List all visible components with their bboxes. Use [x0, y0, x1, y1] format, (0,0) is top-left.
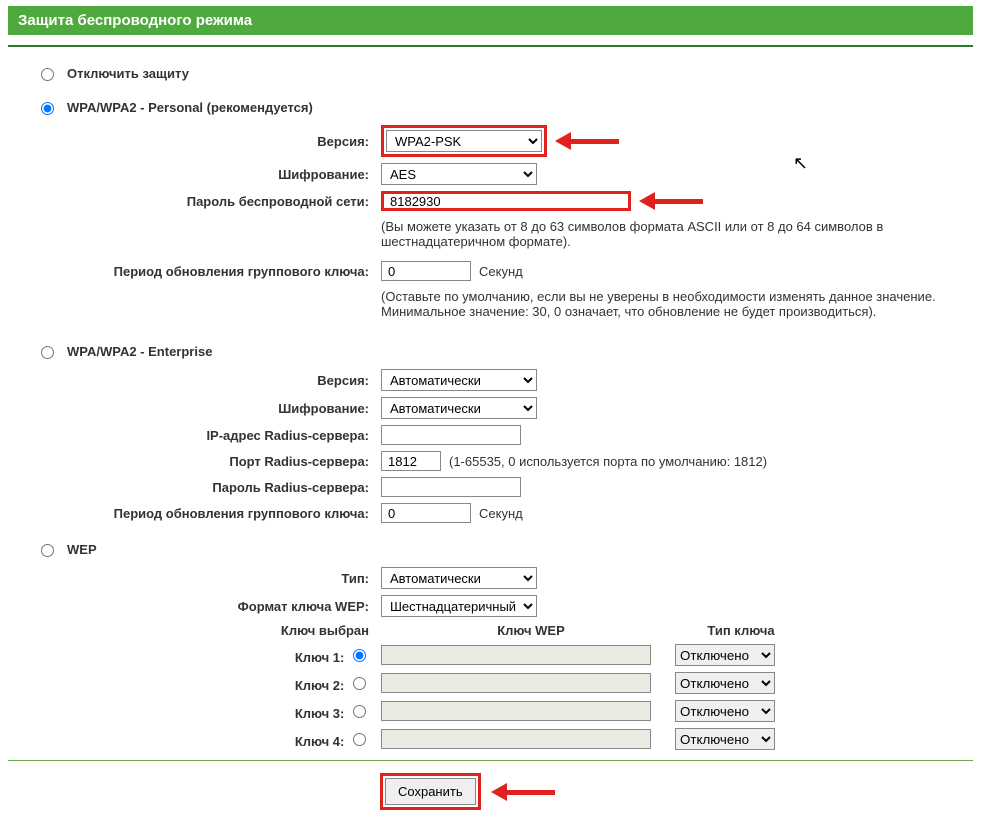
version-select[interactable]: WPA2-PSK: [386, 130, 542, 152]
wep-format-select[interactable]: Шестнадцатеричный: [381, 595, 537, 617]
wep-key1-radio[interactable]: [353, 649, 366, 662]
wep-key4-type[interactable]: Отключено: [675, 728, 775, 750]
ent-group-key-unit: Секунд: [479, 506, 523, 521]
ent-encryption-label: Шифрование:: [36, 401, 381, 416]
wep-col-selected: Ключ выбран: [36, 623, 381, 638]
radius-port-input[interactable]: [381, 451, 441, 471]
wep-type-label: Тип:: [36, 571, 381, 586]
wep-key4-label: Ключ 4:: [295, 734, 345, 749]
version-label: Версия:: [36, 134, 381, 149]
wep-key2-radio[interactable]: [353, 677, 366, 690]
encryption-label: Шифрование:: [36, 167, 381, 182]
wep-format-label: Формат ключа WEP:: [36, 599, 381, 614]
password-input[interactable]: [381, 191, 631, 211]
wep-key-row: Ключ 3: Отключено: [36, 700, 973, 722]
ent-encryption-select[interactable]: Автоматически: [381, 397, 537, 419]
wep-type-select[interactable]: Автоматически: [381, 567, 537, 589]
highlight-save: Сохранить: [380, 773, 481, 810]
wep-key4-input[interactable]: [381, 729, 651, 749]
wep-title: WEP: [67, 542, 97, 557]
radius-port-label: Порт Radius-сервера:: [36, 454, 381, 469]
arrow-icon: [491, 783, 559, 801]
group-key-label: Период обновления группового ключа:: [36, 264, 381, 279]
wep-key3-label: Ключ 3:: [295, 706, 345, 721]
wep-col-key: Ключ WEP: [381, 623, 681, 638]
password-hint: (Вы можете указать от 8 до 63 символов ф…: [381, 217, 973, 255]
wep-key2-label: Ключ 2:: [295, 678, 345, 693]
page-title: Защита беспроводного режима: [8, 6, 973, 35]
group-key-hint: (Оставьте по умолчанию, если вы не увере…: [381, 287, 973, 325]
radio-disable-security[interactable]: [41, 68, 54, 81]
wep-key-row: Ключ 2: Отключено: [36, 672, 973, 694]
ent-version-label: Версия:: [36, 373, 381, 388]
arrow-icon: [639, 192, 707, 210]
highlight-version: WPA2-PSK: [381, 125, 547, 157]
disable-security-label: Отключить защиту: [67, 66, 189, 81]
wep-key3-type[interactable]: Отключено: [675, 700, 775, 722]
wep-col-type: Тип ключа: [681, 623, 801, 638]
wep-key3-radio[interactable]: [353, 705, 366, 718]
group-key-input[interactable]: [381, 261, 471, 281]
group-key-unit: Секунд: [479, 264, 523, 279]
wep-key2-type[interactable]: Отключено: [675, 672, 775, 694]
wep-key3-input[interactable]: [381, 701, 651, 721]
wep-key1-label: Ключ 1:: [295, 650, 345, 665]
wpa-enterprise-title: WPA/WPA2 - Enterprise: [67, 344, 212, 359]
wep-key-row: Ключ 4: Отключено: [36, 728, 973, 750]
radius-ip-label: IP-адрес Radius-сервера:: [36, 428, 381, 443]
radio-wpa-enterprise[interactable]: [41, 346, 54, 359]
wpa-personal-title: WPA/WPA2 - Personal (рекомендуется): [67, 100, 313, 115]
wep-key-row: Ключ 1: Отключено: [36, 644, 973, 666]
radius-ip-input[interactable]: [381, 425, 521, 445]
wep-key4-radio[interactable]: [353, 733, 366, 746]
save-button[interactable]: Сохранить: [385, 778, 476, 805]
encryption-select[interactable]: AES: [381, 163, 537, 185]
password-label: Пароль беспроводной сети:: [36, 194, 381, 209]
ent-group-key-input[interactable]: [381, 503, 471, 523]
radius-password-label: Пароль Radius-сервера:: [36, 480, 381, 495]
radio-wep[interactable]: [41, 544, 54, 557]
radius-port-hint: (1-65535, 0 используется порта по умолча…: [449, 454, 767, 469]
radio-wpa-personal[interactable]: [41, 102, 54, 115]
wep-key1-type[interactable]: Отключено: [675, 644, 775, 666]
ent-group-key-label: Период обновления группового ключа:: [36, 506, 381, 521]
wep-key2-input[interactable]: [381, 673, 651, 693]
arrow-icon: [555, 132, 623, 150]
radius-password-input[interactable]: [381, 477, 521, 497]
divider: [8, 45, 973, 47]
ent-version-select[interactable]: Автоматически: [381, 369, 537, 391]
wep-key1-input[interactable]: [381, 645, 651, 665]
